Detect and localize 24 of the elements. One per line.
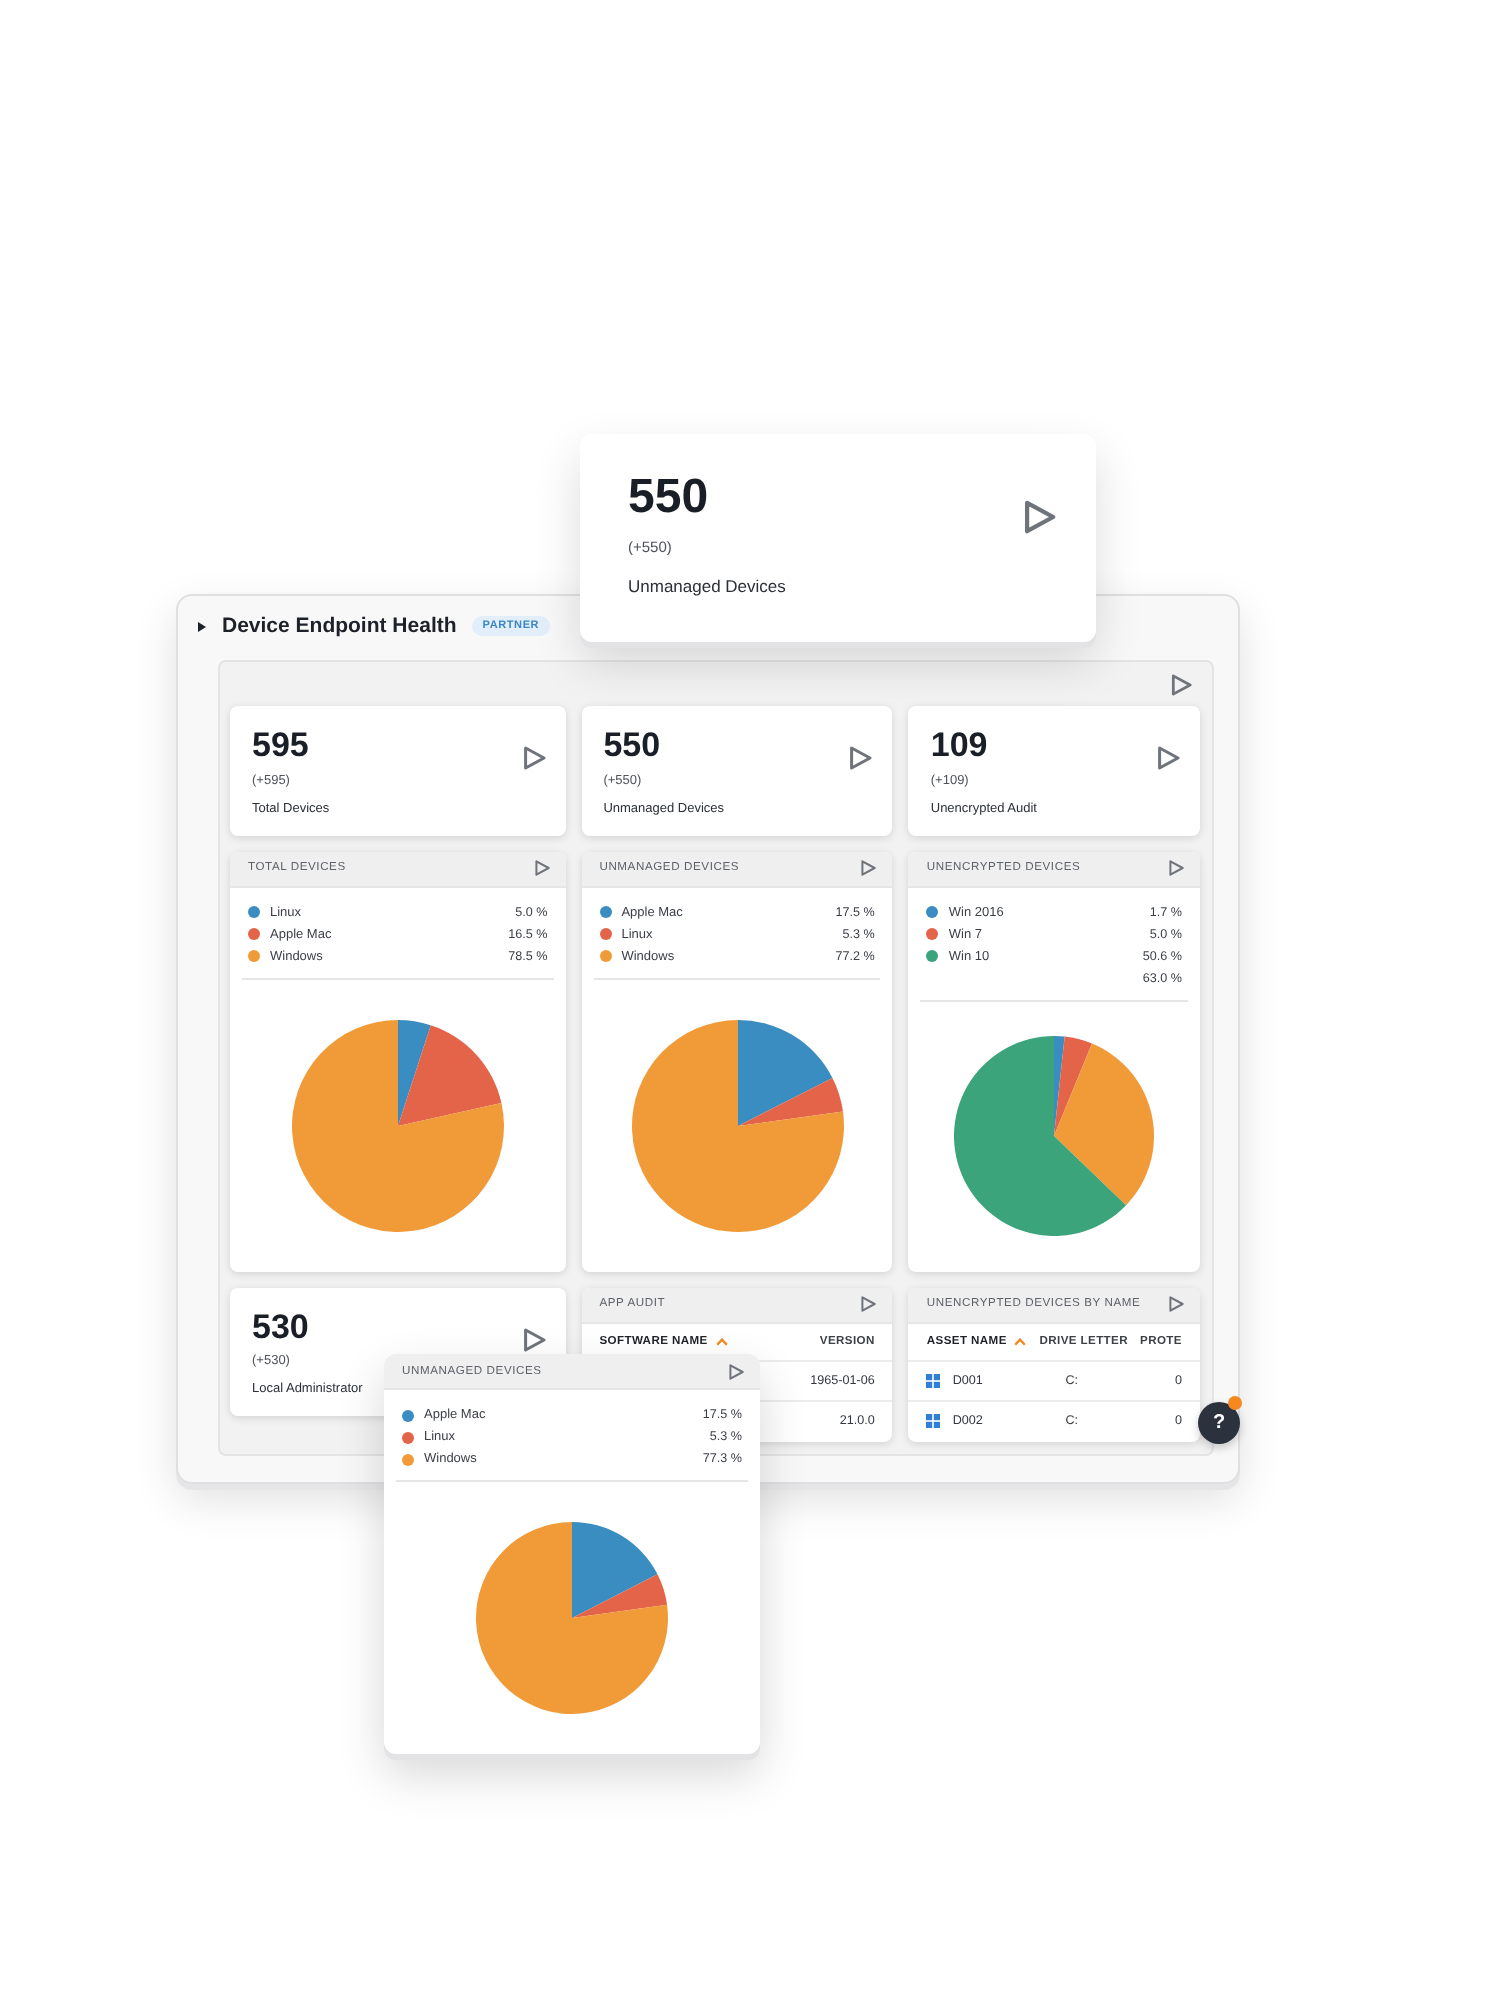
stat-value: 530: [252, 1307, 311, 1347]
play-icon[interactable]: [1168, 860, 1184, 877]
play-icon[interactable]: [728, 1363, 744, 1379]
squares-icon: [926, 1414, 941, 1429]
squares-icon: [926, 1373, 941, 1388]
stat-label: Unmanaged Devices: [628, 575, 786, 596]
stat-value: 550: [603, 726, 663, 766]
stat-value: 550: [628, 470, 711, 526]
play-icon[interactable]: [1022, 500, 1056, 534]
sort-up-icon[interactable]: [715, 1337, 728, 1346]
play-icon[interactable]: [860, 860, 877, 877]
play-icon[interactable]: [521, 746, 546, 770]
stat-value: 109: [930, 726, 990, 766]
play-icon[interactable]: [860, 1296, 877, 1313]
play-icon[interactable]: [521, 1327, 546, 1352]
caret-icon[interactable]: [198, 621, 206, 631]
play-icon[interactable]: [533, 860, 550, 877]
play-icon[interactable]: [1168, 1296, 1184, 1313]
play-icon[interactable]: [1156, 746, 1180, 770]
sort-up-icon[interactable]: [1014, 1337, 1027, 1346]
page-title: Device Endpoint Health: [222, 614, 457, 638]
stat-value: 595: [252, 726, 311, 766]
play-icon[interactable]: [848, 746, 873, 770]
play-icon[interactable]: [1170, 673, 1192, 695]
